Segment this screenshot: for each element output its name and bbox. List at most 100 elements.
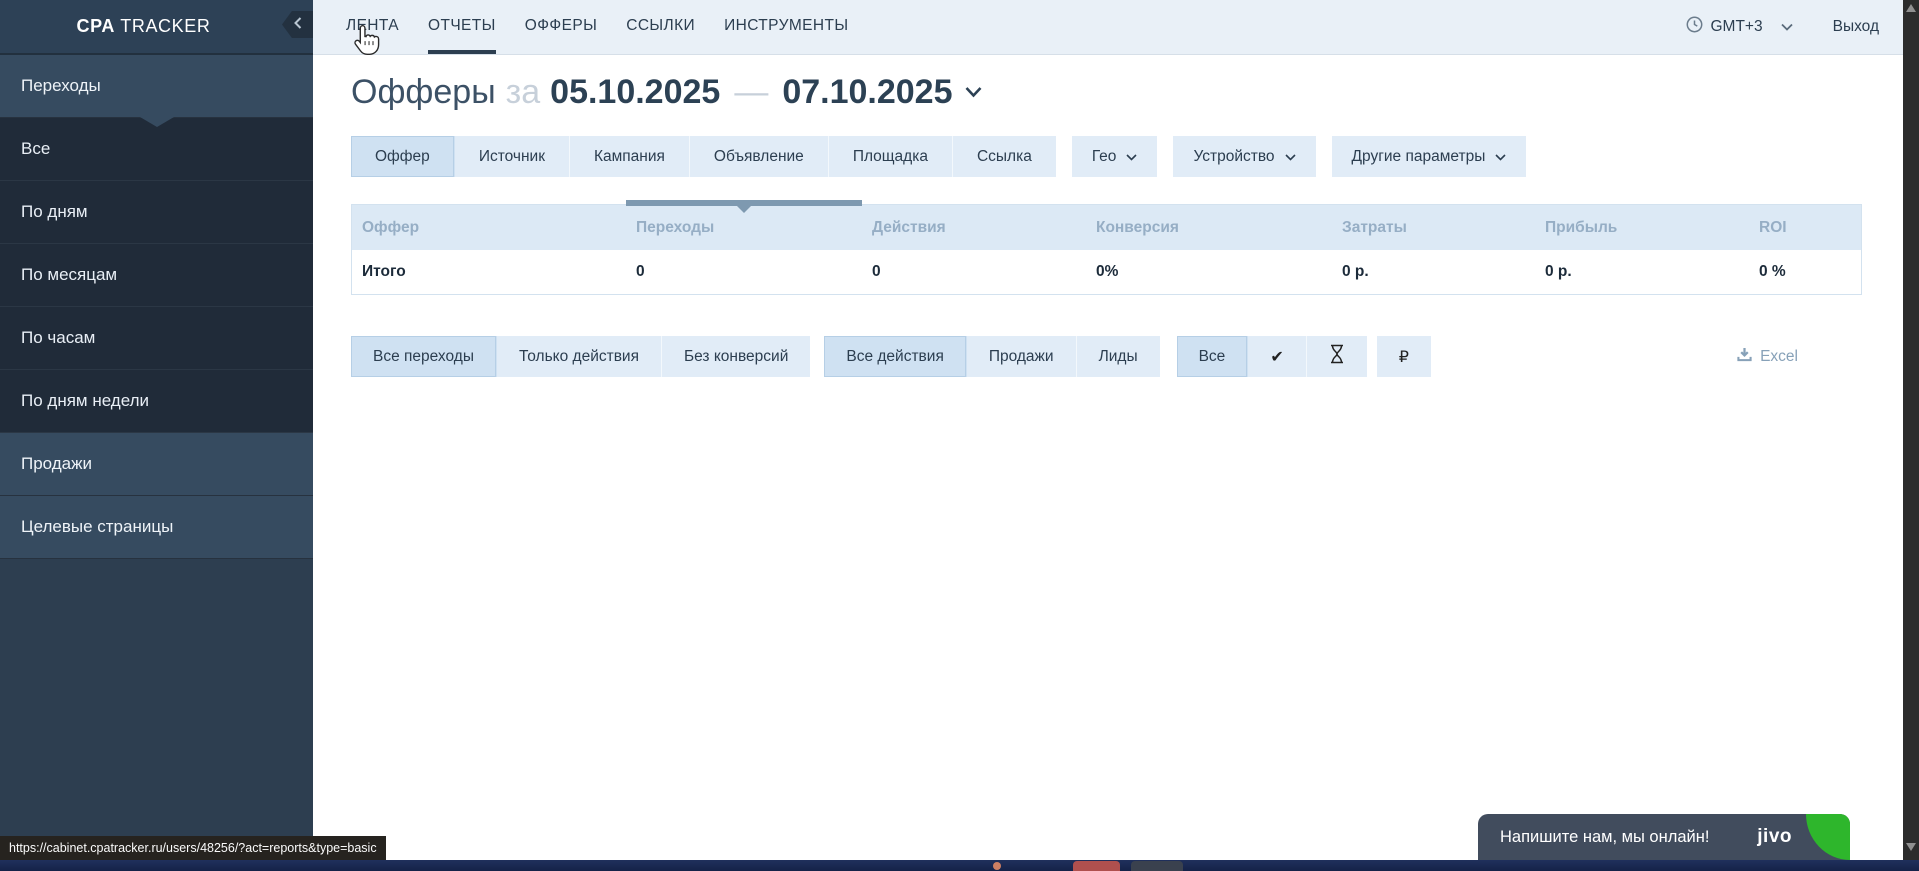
sidebar-item-celevye-stranicy[interactable]: Целевые страницы — [0, 496, 313, 559]
sidebar-item-po-dnyam[interactable]: По дням — [0, 181, 313, 244]
column-header-offer[interactable]: Оффер — [352, 219, 626, 237]
tab-ssylki[interactable]: ССЫЛКИ — [626, 0, 695, 54]
browser-scrollbar[interactable] — [1903, 0, 1919, 860]
dropdown-label: Устройство — [1193, 148, 1274, 166]
export-label: Excel — [1760, 348, 1798, 366]
sidebar-item-label: По часам — [21, 328, 95, 348]
top-navigation: ЛЕНТА ОТЧЕТЫ ОФФЕРЫ ССЫЛКИ ИНСТРУМЕНТЫ — [346, 0, 848, 54]
filter-lidy[interactable]: Лиды — [1077, 336, 1160, 377]
ruble-icon: ₽ — [1399, 347, 1409, 366]
dim-tab-label: Ссылка — [977, 148, 1032, 166]
download-icon — [1737, 347, 1752, 367]
topbar: ЛЕНТА ОТЧЕТЫ ОФФЕРЫ ССЫЛКИ ИНСТРУМЕНТЫ G… — [313, 0, 1903, 55]
chevron-down-icon — [1285, 148, 1296, 166]
sidebar-collapse-button[interactable] — [282, 11, 313, 38]
date-range-chevron-icon[interactable] — [965, 86, 982, 98]
dropdown-drugie-parametry[interactable]: Другие параметры — [1332, 136, 1527, 177]
tab-offery[interactable]: ОФФЕРЫ — [525, 0, 597, 54]
filter-prodazhi[interactable]: Продажи — [967, 336, 1077, 377]
sort-indicator[interactable] — [626, 200, 862, 206]
chat-message: Напишите нам, мы онлайн! — [1500, 828, 1709, 847]
total-zatraty: 0 р. — [1332, 263, 1535, 281]
logo-bold: CPA — [77, 16, 115, 36]
filter-ruble[interactable]: ₽ — [1377, 336, 1431, 377]
tab-label: ЛЕНТА — [346, 17, 399, 35]
actions-filter-group: Все действия Продажи Лиды — [824, 336, 1159, 377]
chat-widget[interactable]: Напишите нам, мы онлайн! jivo — [1478, 814, 1850, 860]
taskbar — [0, 860, 1919, 871]
date-from[interactable]: 05.10.2025 — [550, 72, 720, 112]
filter-vse-perehody[interactable]: Все переходы — [351, 336, 497, 377]
sidebar-item-label: По дням — [21, 202, 88, 222]
link-status-tooltip: https://cabinet.cpatracker.ru/users/4825… — [0, 836, 386, 860]
filter-bez-konversiy[interactable]: Без конверсий — [662, 336, 810, 377]
hourglass-icon — [1329, 344, 1345, 369]
tab-lenta[interactable]: ЛЕНТА — [346, 0, 399, 54]
filter-tolko-deystviya[interactable]: Только действия — [497, 336, 662, 377]
dimension-tab-group: Оффер Источник Кампания Объявление Площа… — [351, 136, 1056, 177]
sidebar-item-perehody[interactable]: Переходы — [0, 55, 313, 118]
chevron-down-icon — [1126, 148, 1137, 166]
dim-tab-istochnik[interactable]: Источник — [455, 136, 570, 177]
total-perehody: 0 — [626, 263, 862, 281]
logout-link[interactable]: Выход — [1833, 18, 1879, 36]
taskbar-gray-button[interactable] — [1131, 861, 1183, 871]
dimension-tabs-row: Оффер Источник Кампания Объявление Площа… — [351, 136, 1903, 177]
chevron-down-icon — [1781, 23, 1793, 31]
filter-status-vse[interactable]: Все — [1177, 336, 1249, 377]
total-roi: 0 % — [1749, 263, 1861, 281]
sidebar-item-prodazhi[interactable]: Продажи — [0, 433, 313, 496]
column-header-roi[interactable]: ROI — [1749, 219, 1861, 237]
report-title: Офферы — [351, 72, 496, 112]
sidebar-item-po-mesyacam[interactable]: По месяцам — [0, 244, 313, 307]
dim-tab-ploshchadka[interactable]: Площадка — [829, 136, 953, 177]
filter-label: Только действия — [519, 348, 639, 366]
table-header-row: Оффер Переходы Действия Конверсия Затрат… — [352, 205, 1861, 250]
dim-tab-label: Оффер — [375, 148, 430, 166]
scrollbar-down-arrow-icon[interactable] — [1906, 843, 1916, 851]
filter-status-pending[interactable] — [1307, 336, 1367, 377]
column-header-deystviya[interactable]: Действия — [862, 219, 1086, 237]
taskbar-red-button[interactable] — [1073, 861, 1120, 871]
filter-vse-deystviya[interactable]: Все действия — [824, 336, 966, 377]
dropdown-ustroystvo[interactable]: Устройство — [1173, 136, 1315, 177]
tab-otchety[interactable]: ОТЧЕТЫ — [428, 0, 496, 54]
dim-tab-offer[interactable]: Оффер — [351, 136, 455, 177]
dim-tab-kampaniya[interactable]: Кампания — [570, 136, 690, 177]
dim-tab-ssylka[interactable]: Ссылка — [953, 136, 1056, 177]
main-content: Офферы за 05.10.2025 — 07.10.2025 Оффер … — [313, 56, 1903, 860]
timezone-selector[interactable]: GMT+3 — [1686, 16, 1793, 38]
app-logo: CPA TRACKER — [77, 16, 211, 37]
dropdown-label: Гео — [1092, 148, 1117, 166]
column-header-perehody[interactable]: Переходы — [626, 219, 862, 237]
clock-icon — [1686, 16, 1703, 38]
tab-instrumenty[interactable]: ИНСТРУМЕНТЫ — [724, 0, 848, 54]
sidebar-item-vse[interactable]: Все — [0, 118, 313, 181]
sidebar-item-po-dnyam-nedeli[interactable]: По дням недели — [0, 370, 313, 433]
check-icon: ✔ — [1270, 347, 1283, 366]
date-to[interactable]: 07.10.2025 — [782, 72, 952, 112]
chevron-left-icon — [294, 16, 302, 34]
chevron-down-icon — [1495, 148, 1506, 166]
dim-tab-label: Площадка — [853, 148, 928, 166]
sidebar-item-label: По дням недели — [21, 391, 149, 411]
filter-label: Лиды — [1099, 348, 1138, 366]
column-header-pribyl[interactable]: Прибыль — [1535, 219, 1749, 237]
dropdown-geo[interactable]: Гео — [1072, 136, 1158, 177]
title-preposition: за — [506, 72, 541, 112]
column-header-zatraty[interactable]: Затраты — [1332, 219, 1535, 237]
dim-tab-obyavlenie[interactable]: Объявление — [690, 136, 829, 177]
filter-label: Все переходы — [373, 348, 474, 366]
scrollbar-up-arrow-icon[interactable] — [1906, 4, 1916, 12]
tab-label: ОТЧЕТЫ — [428, 17, 496, 35]
total-konversiya: 0% — [1086, 263, 1332, 281]
export-excel-button[interactable]: Excel — [1737, 347, 1798, 367]
sidebar: CPA TRACKER Переходы Все По дням По меся… — [0, 0, 313, 860]
column-header-konversiya[interactable]: Конверсия — [1086, 219, 1332, 237]
sidebar-item-label: Все — [21, 139, 50, 159]
page-title: Офферы за 05.10.2025 — 07.10.2025 — [351, 72, 1903, 112]
sidebar-item-po-chasam[interactable]: По часам — [0, 307, 313, 370]
filter-label: Все — [1199, 348, 1226, 366]
tab-label: ОФФЕРЫ — [525, 17, 597, 35]
filter-status-confirmed[interactable]: ✔ — [1248, 336, 1306, 377]
